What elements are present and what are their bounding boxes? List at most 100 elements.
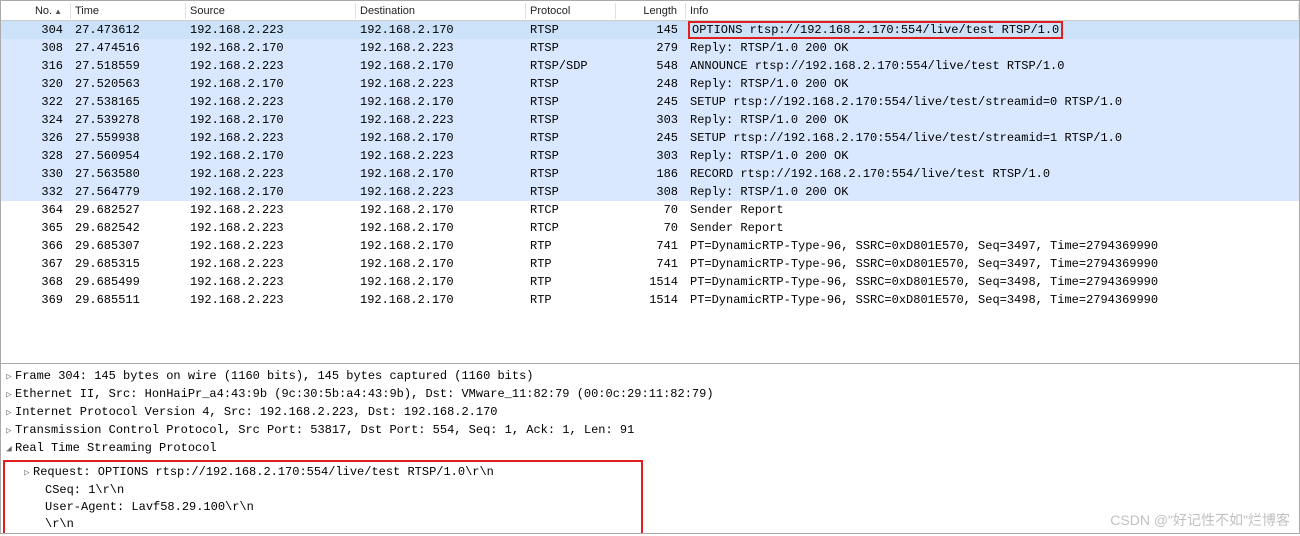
cell-length: 70 bbox=[616, 220, 686, 236]
cell-info: PT=DynamicRTP-Type-96, SSRC=0xD801E570, … bbox=[686, 256, 1299, 272]
col-header-source[interactable]: Source bbox=[186, 3, 356, 19]
table-row[interactable]: 33027.563580192.168.2.223192.168.2.170RT… bbox=[1, 165, 1299, 183]
cell-destination: 192.168.2.170 bbox=[356, 238, 526, 254]
cell-no: 328 bbox=[1, 148, 71, 164]
expand-icon[interactable]: ▷ bbox=[3, 405, 15, 422]
cell-info: OPTIONS rtsp://192.168.2.170:554/live/te… bbox=[686, 21, 1299, 40]
cell-destination: 192.168.2.223 bbox=[356, 76, 526, 92]
cell-no: 369 bbox=[1, 292, 71, 308]
table-row[interactable]: 30827.474516192.168.2.170192.168.2.223RT… bbox=[1, 39, 1299, 57]
table-row[interactable]: 33227.564779192.168.2.170192.168.2.223RT… bbox=[1, 183, 1299, 201]
cell-time: 27.518559 bbox=[71, 58, 186, 74]
detail-crlf[interactable]: \r\n bbox=[7, 516, 635, 533]
detail-rtsp[interactable]: ◢Real Time Streaming Protocol bbox=[3, 440, 1297, 458]
collapse-icon[interactable]: ◢ bbox=[3, 441, 15, 458]
cell-destination: 192.168.2.170 bbox=[356, 22, 526, 38]
cell-protocol: RTSP bbox=[526, 76, 616, 92]
cell-destination: 192.168.2.170 bbox=[356, 58, 526, 74]
cell-info: Reply: RTSP/1.0 200 OK bbox=[686, 184, 1299, 200]
cell-destination: 192.168.2.223 bbox=[356, 184, 526, 200]
cell-length: 741 bbox=[616, 238, 686, 254]
expand-icon[interactable]: ▷ bbox=[21, 465, 33, 482]
col-header-protocol[interactable]: Protocol bbox=[526, 3, 616, 19]
cell-destination: 192.168.2.170 bbox=[356, 202, 526, 218]
table-row[interactable]: 30427.473612192.168.2.223192.168.2.170RT… bbox=[1, 21, 1299, 39]
detail-cseq[interactable]: CSeq: 1\r\n bbox=[7, 482, 635, 499]
cell-source: 192.168.2.223 bbox=[186, 292, 356, 308]
table-row[interactable]: 31627.518559192.168.2.223192.168.2.170RT… bbox=[1, 57, 1299, 75]
col-header-no[interactable]: No.▲ bbox=[1, 3, 71, 19]
detail-request-line[interactable]: ▷Request: OPTIONS rtsp://192.168.2.170:5… bbox=[7, 464, 635, 482]
cell-source: 192.168.2.223 bbox=[186, 58, 356, 74]
cell-length: 548 bbox=[616, 58, 686, 74]
table-row[interactable]: 32427.539278192.168.2.170192.168.2.223RT… bbox=[1, 111, 1299, 129]
expand-icon[interactable]: ▷ bbox=[3, 423, 15, 440]
cell-source: 192.168.2.223 bbox=[186, 238, 356, 254]
cell-no: 368 bbox=[1, 274, 71, 290]
table-row[interactable]: 32027.520563192.168.2.170192.168.2.223RT… bbox=[1, 75, 1299, 93]
cell-length: 70 bbox=[616, 202, 686, 218]
cell-length: 186 bbox=[616, 166, 686, 182]
table-row[interactable]: 36629.685307192.168.2.223192.168.2.170RT… bbox=[1, 237, 1299, 255]
cell-time: 27.564779 bbox=[71, 184, 186, 200]
cell-source: 192.168.2.170 bbox=[186, 76, 356, 92]
cell-info: Sender Report bbox=[686, 202, 1299, 218]
col-header-length[interactable]: Length bbox=[616, 3, 686, 19]
cell-time: 27.560954 bbox=[71, 148, 186, 164]
table-row[interactable]: 36929.685511192.168.2.223192.168.2.170RT… bbox=[1, 291, 1299, 309]
cell-destination: 192.168.2.170 bbox=[356, 94, 526, 110]
cell-source: 192.168.2.223 bbox=[186, 202, 356, 218]
packet-list-pane: No.▲ Time Source Destination Protocol Le… bbox=[0, 0, 1300, 364]
cell-no: 367 bbox=[1, 256, 71, 272]
cell-destination: 192.168.2.170 bbox=[356, 220, 526, 236]
cell-protocol: RTSP bbox=[526, 130, 616, 146]
cell-destination: 192.168.2.170 bbox=[356, 130, 526, 146]
highlight-box-detail: ▷Request: OPTIONS rtsp://192.168.2.170:5… bbox=[3, 460, 643, 534]
table-row[interactable]: 36729.685315192.168.2.223192.168.2.170RT… bbox=[1, 255, 1299, 273]
cell-destination: 192.168.2.170 bbox=[356, 256, 526, 272]
cell-time: 29.685511 bbox=[71, 292, 186, 308]
cell-protocol: RTSP bbox=[526, 22, 616, 38]
cell-length: 1514 bbox=[616, 274, 686, 290]
cell-length: 303 bbox=[616, 112, 686, 128]
detail-tcp[interactable]: ▷Transmission Control Protocol, Src Port… bbox=[3, 422, 1297, 440]
cell-length: 245 bbox=[616, 94, 686, 110]
col-header-time[interactable]: Time bbox=[71, 3, 186, 19]
table-row[interactable]: 32227.538165192.168.2.223192.168.2.170RT… bbox=[1, 93, 1299, 111]
table-row[interactable]: 36429.682527192.168.2.223192.168.2.170RT… bbox=[1, 201, 1299, 219]
detail-ethernet[interactable]: ▷Ethernet II, Src: HonHaiPr_a4:43:9b (9c… bbox=[3, 386, 1297, 404]
cell-length: 248 bbox=[616, 76, 686, 92]
table-row[interactable]: 36529.682542192.168.2.223192.168.2.170RT… bbox=[1, 219, 1299, 237]
cell-no: 308 bbox=[1, 40, 71, 56]
cell-protocol: RTSP/SDP bbox=[526, 58, 616, 74]
cell-destination: 192.168.2.170 bbox=[356, 166, 526, 182]
cell-info: Reply: RTSP/1.0 200 OK bbox=[686, 40, 1299, 56]
table-row[interactable]: 32827.560954192.168.2.170192.168.2.223RT… bbox=[1, 147, 1299, 165]
cell-source: 192.168.2.223 bbox=[186, 220, 356, 236]
packet-list-header: No.▲ Time Source Destination Protocol Le… bbox=[1, 1, 1299, 21]
cell-time: 27.539278 bbox=[71, 112, 186, 128]
cell-source: 192.168.2.223 bbox=[186, 274, 356, 290]
cell-source: 192.168.2.170 bbox=[186, 40, 356, 56]
cell-source: 192.168.2.223 bbox=[186, 130, 356, 146]
cell-source: 192.168.2.170 bbox=[186, 184, 356, 200]
cell-info: PT=DynamicRTP-Type-96, SSRC=0xD801E570, … bbox=[686, 274, 1299, 290]
col-header-destination[interactable]: Destination bbox=[356, 3, 526, 19]
packet-details-pane[interactable]: ▷Frame 304: 145 bytes on wire (1160 bits… bbox=[0, 364, 1300, 534]
detail-user-agent[interactable]: User-Agent: Lavf58.29.100\r\n bbox=[7, 499, 635, 516]
cell-info: ANNOUNCE rtsp://192.168.2.170:554/live/t… bbox=[686, 58, 1299, 74]
detail-ip[interactable]: ▷Internet Protocol Version 4, Src: 192.1… bbox=[3, 404, 1297, 422]
col-header-info[interactable]: Info bbox=[686, 3, 1299, 19]
expand-icon[interactable]: ▷ bbox=[3, 369, 15, 386]
packet-rows-container[interactable]: 30427.473612192.168.2.223192.168.2.170RT… bbox=[1, 21, 1299, 363]
table-row[interactable]: 32627.559938192.168.2.223192.168.2.170RT… bbox=[1, 129, 1299, 147]
cell-source: 192.168.2.223 bbox=[186, 22, 356, 38]
cell-time: 29.685499 bbox=[71, 274, 186, 290]
expand-icon[interactable]: ▷ bbox=[3, 387, 15, 404]
cell-no: 326 bbox=[1, 130, 71, 146]
table-row[interactable]: 36829.685499192.168.2.223192.168.2.170RT… bbox=[1, 273, 1299, 291]
cell-destination: 192.168.2.223 bbox=[356, 40, 526, 56]
cell-info: RECORD rtsp://192.168.2.170:554/live/tes… bbox=[686, 166, 1299, 182]
detail-frame[interactable]: ▷Frame 304: 145 bytes on wire (1160 bits… bbox=[3, 368, 1297, 386]
cell-protocol: RTSP bbox=[526, 94, 616, 110]
